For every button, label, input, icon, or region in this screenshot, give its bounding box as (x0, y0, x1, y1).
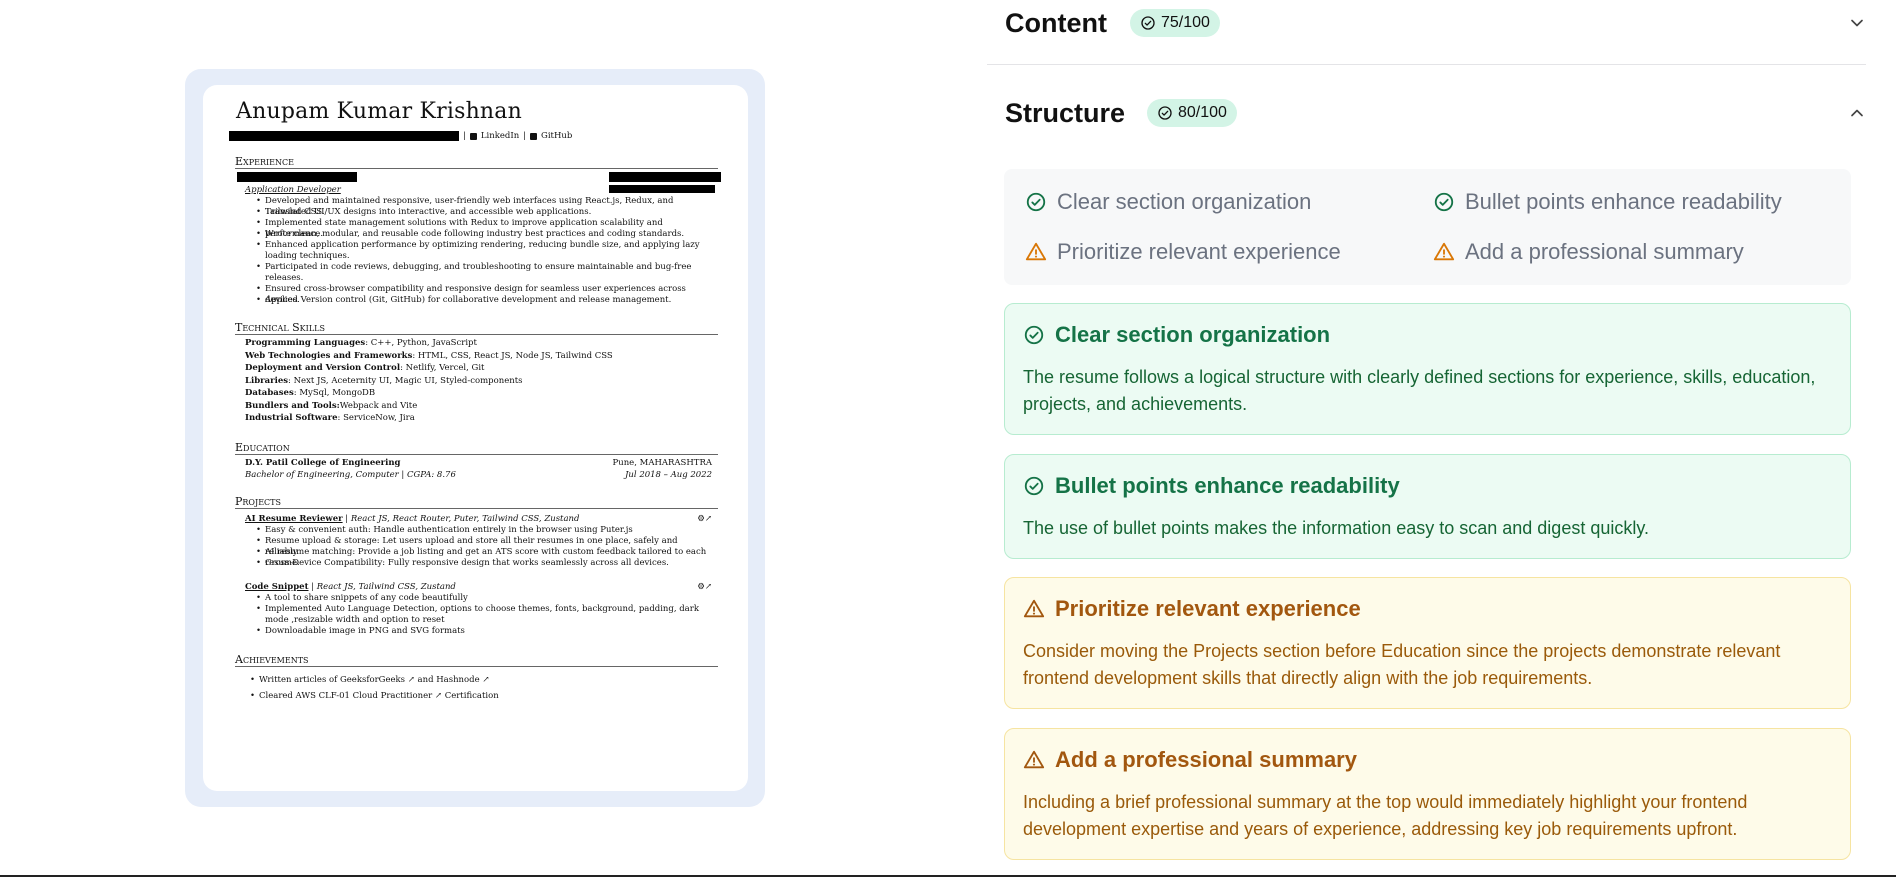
education-school: D.Y. Patil College of Engineering (245, 458, 401, 468)
card-body: The use of bullet points makes the infor… (1023, 518, 1650, 538)
experience-bullet: Applied Version control (Git, GitHub) fo… (256, 295, 708, 306)
feedback-panel: Content 75/100 Structure 80/100 Clear se… (987, 0, 1896, 877)
redacted-location (609, 172, 721, 182)
experience-bullet: Translated UI/UX designs into interactiv… (256, 207, 708, 218)
warning-triangle-icon (1023, 750, 1045, 769)
check-circle-icon (1024, 325, 1044, 345)
resume-contact: | LinkedIn | GitHub (229, 131, 572, 141)
skill-row: Web Technologies and Frameworks: HTML, C… (245, 351, 613, 361)
resume-preview-panel: Anupam Kumar Krishnan | LinkedIn | GitHu… (0, 0, 980, 877)
warning-triangle-icon (1023, 599, 1045, 618)
project-bullet: Downloadable image in PNG and SVG format… (256, 626, 708, 637)
skill-row: Deployment and Version Control: Netlify,… (245, 363, 485, 373)
check-circle-icon (1026, 192, 1046, 212)
skill-row: Programming Languages: C++, Python, Java… (245, 338, 477, 348)
card-body: Including a brief professional summary a… (1023, 792, 1748, 839)
card-title: Prioritize relevant experience (1023, 596, 1361, 622)
structure-title: Structure (1005, 98, 1126, 128)
section-skills: Technical Skills (235, 321, 325, 334)
project-title: AI Resume Reviewer | React JS, React Rou… (245, 514, 580, 524)
project-bullet: Cross-Device Compatibility: Fully respon… (256, 558, 708, 569)
experience-bullet: Enhanced application performance by opti… (256, 240, 708, 262)
skill-row: Databases: MySql, MongoDB (245, 388, 376, 398)
project-bullet: Easy & convenient auth: Handle authentic… (256, 525, 708, 536)
redacted-contact (229, 131, 459, 141)
resume-image[interactable]: Anupam Kumar Krishnan | LinkedIn | GitHu… (203, 85, 748, 791)
experience-role: Application Developer (245, 185, 341, 195)
feedback-card-good: Bullet points enhance readability The us… (1004, 454, 1851, 559)
resume-name: Anupam Kumar Krishnan (236, 99, 522, 124)
content-title: Content (1005, 8, 1107, 38)
feedback-card-warning: Add a professional summary Including a b… (1004, 728, 1851, 860)
skill-row: Industrial Software: ServiceNow, Jira (245, 413, 415, 423)
check-circle-icon (1434, 192, 1454, 212)
check-circle-icon (1158, 106, 1172, 120)
summary-item: Clear section organization (1025, 189, 1311, 215)
check-circle-icon (1024, 476, 1044, 496)
structure-accordion-header[interactable]: Structure 80/100 (987, 90, 1867, 140)
linkedin-link: LinkedIn (480, 131, 520, 141)
project-bullet: A tool to share snippets of any code bea… (256, 593, 708, 604)
project-links-icon: ⚙↗ (697, 514, 712, 524)
summary-item: Add a professional summary (1433, 239, 1744, 265)
feedback-card-good: Clear section organization The resume fo… (1004, 303, 1851, 435)
chevron-up-icon[interactable] (1847, 103, 1867, 123)
project-bullet: Implemented Auto Language Detection, opt… (256, 604, 708, 626)
section-education: Education (235, 441, 290, 454)
check-circle-icon (1141, 16, 1155, 30)
summary-item: Prioritize relevant experience (1025, 239, 1341, 265)
feedback-card-warning: Prioritize relevant experience Consider … (1004, 577, 1851, 709)
card-title: Clear section organization (1023, 322, 1330, 348)
card-body: The resume follows a logical structure w… (1023, 367, 1816, 414)
warning-triangle-icon (1025, 242, 1047, 261)
section-projects: Projects (235, 495, 281, 508)
skill-row: Bundlers and Tools:Webpack and Vite (245, 401, 418, 411)
warning-triangle-icon (1433, 242, 1455, 261)
experience-bullet: Participated in code reviews, debugging,… (256, 262, 708, 284)
divider (987, 64, 1866, 65)
linkedin-icon (469, 132, 477, 140)
project-links-icon: ⚙↗ (697, 582, 712, 592)
achievement-item: Cleared AWS CLF-01 Cloud Practitioner ↗ … (250, 691, 708, 702)
project-title: Code Snippet | React JS, Tailwind CSS, Z… (245, 582, 456, 592)
section-experience: Experience (235, 155, 294, 168)
skill-row: Libraries: Next JS, Aceternity UI, Magic… (245, 376, 523, 386)
education-location: Pune, MAHARASHTRA (612, 458, 712, 468)
achievement-item: Written articles of GeeksforGeeks ↗ and … (250, 675, 708, 686)
card-title: Bullet points enhance readability (1023, 473, 1400, 499)
education-dates: Jul 2018 – Aug 2022 (625, 470, 712, 480)
structure-score-badge: 80/100 (1147, 99, 1237, 127)
structure-summary: Clear section organization Bullet points… (1004, 169, 1851, 285)
content-accordion-header[interactable]: Content 75/100 (987, 0, 1867, 50)
redacted-company (237, 172, 357, 182)
github-link: GitHub (541, 131, 573, 141)
summary-item: Bullet points enhance readability (1433, 189, 1782, 215)
section-achievements: Achievements (235, 653, 309, 666)
education-degree: Bachelor of Engineering, Computer | CGPA… (245, 470, 456, 480)
chevron-down-icon[interactable] (1847, 13, 1867, 33)
experience-bullet: Wrote clean, modular, and reusable code … (256, 229, 708, 240)
github-icon (530, 132, 538, 140)
card-title: Add a professional summary (1023, 747, 1357, 773)
resume-frame: Anupam Kumar Krishnan | LinkedIn | GitHu… (185, 69, 765, 807)
card-body: Consider moving the Projects section bef… (1023, 641, 1781, 688)
content-score-badge: 75/100 (1130, 9, 1220, 37)
redacted-dates (609, 185, 715, 193)
